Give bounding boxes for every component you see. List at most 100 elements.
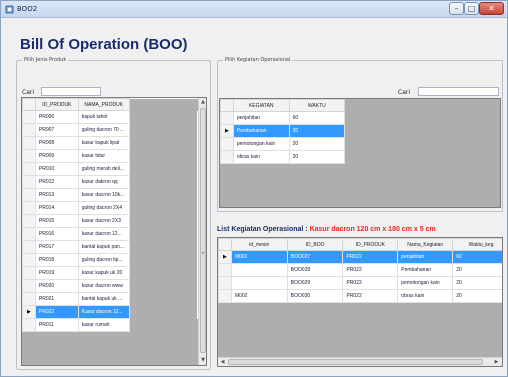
- produk-row-header[interactable]: ▶: [22, 305, 36, 319]
- list-row[interactable]: M002 BOO030 PR022 obras kain 20: [218, 289, 502, 303]
- list-cell-id-produk[interactable]: PR022: [342, 289, 399, 303]
- produk-cell-nama[interactable]: bantal kapuk uk ...: [77, 292, 130, 306]
- produk-cell-nama[interactable]: kasur dacron 10k...: [77, 188, 130, 202]
- list-col-id-boo[interactable]: ID_BOO: [286, 238, 344, 251]
- produk-cell-id[interactable]: PR022: [34, 305, 79, 319]
- produk-row-header[interactable]: [22, 136, 36, 150]
- produk-row[interactable]: PR009 kasur tidur: [22, 149, 198, 163]
- close-button[interactable]: ✕: [479, 2, 504, 15]
- kegiatan-cell-kegiatan[interactable]: obras kain: [232, 150, 290, 164]
- produk-cell-nama[interactable]: guling dacron tip...: [77, 253, 130, 267]
- kegiatan-cell-waktu[interactable]: 20: [288, 150, 346, 164]
- title-bar[interactable]: BOO2 – □ ✕: [1, 1, 507, 18]
- produk-cell-id[interactable]: PR015: [34, 214, 79, 228]
- produk-row[interactable]: PR012 kasur dakron qq: [22, 175, 198, 189]
- produk-cell-id[interactable]: PR013: [34, 188, 79, 202]
- produk-cell-nama[interactable]: guling dacron 2X4: [77, 201, 130, 215]
- kegiatan-row-header[interactable]: [220, 137, 234, 151]
- produk-col-id[interactable]: ID_PRODUK: [34, 98, 79, 111]
- kegiatan-cell-waktu[interactable]: 20: [288, 137, 346, 151]
- produk-row[interactable]: PR011 kasur rumah: [22, 318, 198, 332]
- produk-row-header[interactable]: [22, 227, 36, 241]
- list-cell-id-produk[interactable]: PR022: [342, 263, 399, 277]
- produk-col-nama[interactable]: NAMA_PRODUK: [77, 98, 130, 111]
- list-cell-waktu-keg[interactable]: 20: [452, 276, 502, 290]
- produk-row[interactable]: PR016 kasur dacron 12...: [22, 227, 198, 241]
- produk-vertical-scrollbar[interactable]: ▲ ≡ ▼: [198, 98, 206, 365]
- produk-row-header[interactable]: [22, 175, 36, 189]
- maximize-button[interactable]: □: [464, 2, 479, 15]
- produk-row-header[interactable]: [22, 162, 36, 176]
- produk-grid[interactable]: ID_PRODUK NAMA_PRODUK PR006 kapuk tahol PR…: [21, 97, 207, 366]
- produk-search-input[interactable]: [41, 87, 101, 96]
- list-row-header[interactable]: [218, 263, 232, 277]
- produk-cell-nama[interactable]: bantal kapuk pan...: [77, 240, 130, 254]
- list-horizontal-scrollbar[interactable]: ◀ ▶: [218, 357, 502, 366]
- produk-cell-id[interactable]: PR008: [34, 136, 79, 150]
- produk-row[interactable]: PR018 guling dacron tip...: [22, 253, 198, 267]
- produk-row-header[interactable]: [22, 214, 36, 228]
- scroll-right-icon[interactable]: ▶: [492, 358, 501, 366]
- list-row[interactable]: BOO029 PR022 pemotongan kain 20: [218, 276, 502, 290]
- produk-row-header[interactable]: [22, 149, 36, 163]
- produk-cell-id[interactable]: PR010: [34, 162, 79, 176]
- produk-cell-id[interactable]: PR014: [34, 201, 79, 215]
- kegiatan-search-input[interactable]: [418, 87, 499, 96]
- produk-cell-id[interactable]: PR020: [34, 279, 79, 293]
- kegiatan-grid[interactable]: KEGIATAN WAKTU penjahitan 60 ▶ Pembahanan 20…: [219, 98, 501, 208]
- list-cell-id-produk[interactable]: PR022: [342, 276, 399, 290]
- produk-cell-nama[interactable]: kapuk tahol: [77, 110, 130, 124]
- produk-row[interactable]: PR017 bantal kapuk pan...: [22, 240, 198, 254]
- produk-row[interactable]: PR013 kasur dacron 10k...: [22, 188, 198, 202]
- kegiatan-cell-kegiatan[interactable]: Pembahanan: [232, 124, 290, 138]
- produk-row[interactable]: ▶ PR022 Kasur dacron 12...: [22, 305, 198, 319]
- produk-cell-id[interactable]: PR016: [34, 227, 79, 241]
- produk-cell-id[interactable]: PR007: [34, 123, 79, 137]
- list-cell-nama-kegiatan[interactable]: penjahitan: [397, 250, 454, 264]
- list-row[interactable]: ▶ M001 BOO027 PR022 penjahitan 60: [218, 250, 502, 264]
- produk-row-header[interactable]: [22, 318, 36, 332]
- scroll-left-icon[interactable]: ◀: [218, 358, 227, 366]
- produk-row[interactable]: PR019 kasur kapuk uk 20: [22, 266, 198, 280]
- produk-row-header[interactable]: [22, 253, 36, 267]
- produk-row-header[interactable]: [22, 188, 36, 202]
- produk-cell-nama[interactable]: kasur kapuk lipat: [77, 136, 130, 150]
- produk-cell-id[interactable]: PR012: [34, 175, 79, 189]
- produk-cell-id[interactable]: PR021: [34, 292, 79, 306]
- produk-cell-nama[interactable]: kasur dacron 2X3: [77, 214, 130, 228]
- produk-cell-nama[interactable]: kasur dakron qq: [77, 175, 130, 189]
- produk-row-header[interactable]: [22, 279, 36, 293]
- produk-cell-nama[interactable]: guling dacron 70 ...: [77, 123, 130, 137]
- list-cell-waktu-keg[interactable]: 60: [452, 250, 502, 264]
- kegiatan-row[interactable]: pemotongan kain 20: [220, 137, 346, 151]
- list-cell-id-boo[interactable]: BOO028: [286, 263, 344, 277]
- list-cell-id-boo[interactable]: BOO030: [286, 289, 344, 303]
- list-col-nama-kegiatan[interactable]: Nama_Kegiatan: [397, 238, 454, 251]
- list-scroll-thumb[interactable]: [228, 359, 483, 365]
- list-cell-nama-kegiatan[interactable]: pemotongan kain: [397, 276, 454, 290]
- produk-cell-nama[interactable]: kasur dacron 12...: [77, 227, 130, 241]
- produk-row[interactable]: PR021 bantal kapuk uk ...: [22, 292, 198, 306]
- list-row-header[interactable]: [218, 276, 232, 290]
- list-cell-id-boo[interactable]: BOO027: [286, 250, 344, 264]
- kegiatan-cell-kegiatan[interactable]: pemotongan kain: [232, 137, 290, 151]
- list-col-id-mesin[interactable]: id_mesin: [230, 238, 288, 251]
- kegiatan-row[interactable]: obras kain 20: [220, 150, 346, 164]
- produk-cell-id[interactable]: PR006: [34, 110, 79, 124]
- scroll-down-icon[interactable]: ▼: [199, 356, 206, 365]
- kegiatan-col-waktu[interactable]: WAKTU: [288, 99, 346, 112]
- produk-cell-nama[interactable]: kasur rumah: [77, 318, 130, 332]
- produk-row-header[interactable]: [22, 240, 36, 254]
- produk-row-header[interactable]: [22, 110, 36, 124]
- kegiatan-cell-waktu[interactable]: 20: [288, 124, 346, 138]
- produk-row-header[interactable]: [22, 266, 36, 280]
- produk-cell-id[interactable]: PR011: [34, 318, 79, 332]
- list-cell-nama-kegiatan[interactable]: Pembahanan: [397, 263, 454, 277]
- produk-cell-nama[interactable]: kasur tidur: [77, 149, 130, 163]
- list-cell-id-boo[interactable]: BOO029: [286, 276, 344, 290]
- produk-row[interactable]: PR015 kasur dacron 2X3: [22, 214, 198, 228]
- list-cell-id-mesin[interactable]: [230, 263, 288, 277]
- list-cell-waktu-keg[interactable]: 20: [452, 263, 502, 277]
- list-cell-id-mesin[interactable]: M001: [230, 250, 288, 264]
- produk-cell-nama[interactable]: Kasur dacron 12...: [77, 305, 130, 319]
